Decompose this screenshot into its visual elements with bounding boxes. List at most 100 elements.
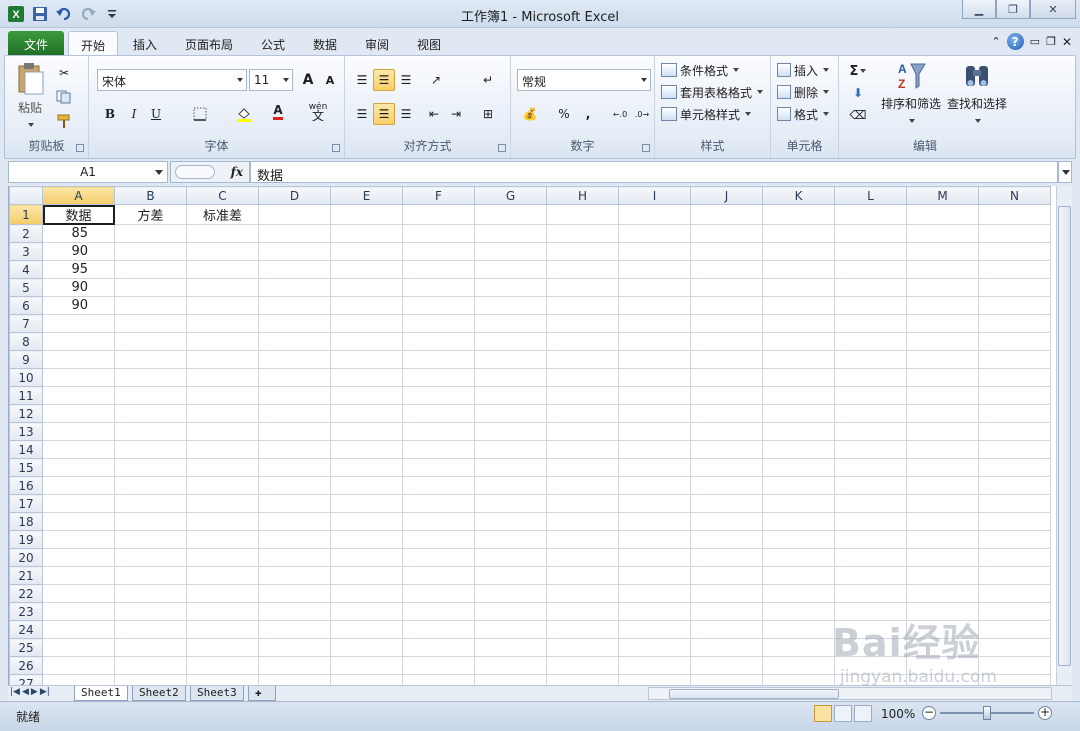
cell-b6[interactable] [114,296,187,315]
cell-j23[interactable] [690,602,763,621]
row-header[interactable]: 6 [9,296,43,315]
name-box[interactable]: A1 [8,161,168,183]
cell-n4[interactable] [978,260,1051,279]
cell-b27[interactable] [114,674,187,685]
cell-d17[interactable] [258,494,331,513]
cell-k4[interactable] [762,260,835,279]
phonetic-button[interactable]: wén 文 [307,101,329,123]
cell-a4[interactable]: 95 [42,260,115,279]
cell-l10[interactable] [834,368,907,387]
tab-review[interactable]: 审阅 [353,31,401,56]
cell-j5[interactable] [690,278,763,297]
cell-e25[interactable] [330,638,403,657]
cell-c26[interactable] [186,656,259,675]
align-top-button[interactable]: ☰ [351,69,373,91]
cell-i7[interactable] [618,314,691,333]
delete-cells-button[interactable]: 删除 [777,82,830,102]
cell-b25[interactable] [114,638,187,657]
cell-g25[interactable] [474,638,547,657]
cell-m8[interactable] [906,332,979,351]
cell-b10[interactable] [114,368,187,387]
zoom-in-button[interactable]: + [1038,706,1052,720]
cell-m4[interactable] [906,260,979,279]
row-header[interactable]: 19 [9,530,43,549]
cell-d13[interactable] [258,422,331,441]
cell-h21[interactable] [546,566,619,585]
cell-a9[interactable] [42,350,115,369]
cell-b23[interactable] [114,602,187,621]
cell-i4[interactable] [618,260,691,279]
cell-n1[interactable] [978,204,1051,225]
font-color-button[interactable]: A [267,101,289,123]
cell-h19[interactable] [546,530,619,549]
cell-l20[interactable] [834,548,907,567]
cell-l5[interactable] [834,278,907,297]
format-as-table-button[interactable]: 套用表格格式 [661,82,764,102]
cell-e22[interactable] [330,584,403,603]
column-header-f[interactable]: F [402,186,475,205]
cell-b4[interactable] [114,260,187,279]
cell-c20[interactable] [186,548,259,567]
autosum-button[interactable]: Σ [847,60,869,82]
cell-k15[interactable] [762,458,835,477]
cell-k22[interactable] [762,584,835,603]
cell-a16[interactable] [42,476,115,495]
cell-j16[interactable] [690,476,763,495]
clipboard-launcher-icon[interactable] [76,144,84,152]
cell-n12[interactable] [978,404,1051,423]
italic-button[interactable]: I [123,103,145,125]
cell-i15[interactable] [618,458,691,477]
cell-j9[interactable] [690,350,763,369]
cell-g17[interactable] [474,494,547,513]
cell-m13[interactable] [906,422,979,441]
cell-e21[interactable] [330,566,403,585]
cell-n9[interactable] [978,350,1051,369]
font-size-combo[interactable]: 11 [249,69,293,91]
row-header[interactable]: 7 [9,314,43,333]
cell-d27[interactable] [258,674,331,685]
row-header[interactable]: 4 [9,260,43,279]
cell-d9[interactable] [258,350,331,369]
find-select-button[interactable]: 查找和选择 [945,60,1009,126]
cell-d20[interactable] [258,548,331,567]
cell-l8[interactable] [834,332,907,351]
cell-k14[interactable] [762,440,835,459]
zoom-slider-knob[interactable] [983,706,991,720]
cell-b11[interactable] [114,386,187,405]
cell-e11[interactable] [330,386,403,405]
cell-e26[interactable] [330,656,403,675]
row-header[interactable]: 18 [9,512,43,531]
cell-d12[interactable] [258,404,331,423]
cell-m20[interactable] [906,548,979,567]
worksheet-grid[interactable]: ABCDEFGHIJKLMN 1 数据 方差 标准差 2 85 3 90 4 95 5 90 6 90 7 8… [8,186,1056,685]
cell-f14[interactable] [402,440,475,459]
column-header-l[interactable]: L [834,186,907,205]
cell-a7[interactable] [42,314,115,333]
cell-f18[interactable] [402,512,475,531]
tab-view[interactable]: 视图 [405,31,453,56]
cell-n20[interactable] [978,548,1051,567]
row-header[interactable]: 26 [9,656,43,675]
cell-a1[interactable]: 数据 [42,204,115,225]
cell-n3[interactable] [978,242,1051,261]
cell-d15[interactable] [258,458,331,477]
cell-g9[interactable] [474,350,547,369]
tab-home[interactable]: 开始 [68,31,119,56]
zoom-level[interactable]: 100% [881,707,915,721]
cell-f12[interactable] [402,404,475,423]
cell-h3[interactable] [546,242,619,261]
cell-d6[interactable] [258,296,331,315]
cell-b14[interactable] [114,440,187,459]
column-header-n[interactable]: N [978,186,1051,205]
cell-n10[interactable] [978,368,1051,387]
cell-b16[interactable] [114,476,187,495]
cell-i5[interactable] [618,278,691,297]
cell-f3[interactable] [402,242,475,261]
cell-h17[interactable] [546,494,619,513]
cell-f23[interactable] [402,602,475,621]
cell-a22[interactable] [42,584,115,603]
cell-j13[interactable] [690,422,763,441]
cell-k25[interactable] [762,638,835,657]
cell-a11[interactable] [42,386,115,405]
cell-m1[interactable] [906,204,979,225]
